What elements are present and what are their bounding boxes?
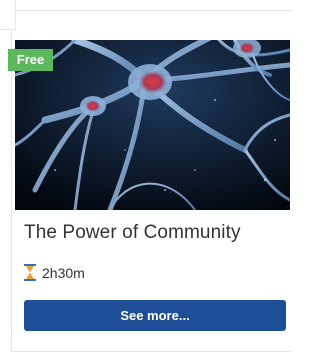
course-duration: 2h30m [24,264,85,281]
course-thumbnail[interactable] [15,40,290,210]
adjacent-card-corner [0,0,16,30]
free-badge: Free [16,52,45,67]
duration-label: 2h30m [42,264,85,281]
course-title[interactable]: The Power of Community [24,222,241,244]
see-more-button[interactable]: See more... [24,300,286,331]
neuron-network-image [15,40,290,210]
hourglass-icon [24,264,36,281]
